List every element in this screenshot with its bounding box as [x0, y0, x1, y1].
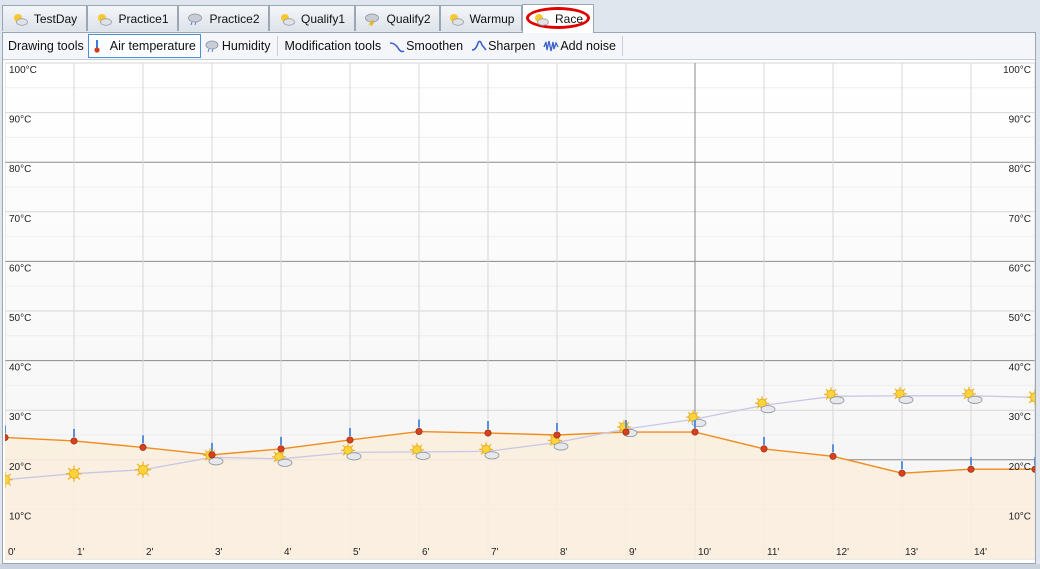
session-tabs: TestDay Practice1 Practice2 Qualify1 Qua…: [2, 4, 1038, 33]
sharp-curve-icon: [471, 39, 487, 53]
y-tick-label-right: 30°C: [1009, 412, 1031, 423]
tab-qualify2[interactable]: Qualify2: [355, 5, 440, 31]
humidity-point-sun-icon: [65, 465, 83, 483]
y-tick-label-left: 70°C: [9, 214, 31, 225]
humidity-point-sun-icon: [134, 461, 152, 479]
tab-warmup[interactable]: Warmup: [440, 5, 522, 31]
y-tick-label-left: 20°C: [9, 462, 31, 473]
x-tick-label: 10': [698, 547, 711, 558]
x-tick-label: 6': [422, 547, 430, 558]
modification-tools-label: Modification tools: [284, 39, 382, 53]
weather-chart[interactable]: 10°C 10°C 20°C 20°C 30°C 30°C 40°C 40°C 50°C 50°C…: [5, 61, 1035, 561]
tab-practice2[interactable]: Practice2: [178, 5, 269, 31]
rain-cloud-icon: [187, 12, 203, 26]
sharpen-button[interactable]: Sharpen: [467, 35, 539, 57]
x-tick-label: 8': [560, 547, 568, 558]
tab-practice1[interactable]: Practice1: [87, 5, 178, 31]
y-tick-label-left: 90°C: [9, 115, 31, 126]
tab-race[interactable]: Race: [522, 4, 594, 33]
x-tick-label: 9': [629, 547, 637, 558]
x-tick-label: 13': [905, 547, 918, 558]
add-noise-button[interactable]: Add noise: [539, 35, 620, 57]
add-noise-label: Add noise: [560, 39, 616, 53]
x-tick-label: 11': [767, 547, 779, 558]
tab-qualify1[interactable]: Qualify1: [269, 5, 355, 31]
y-tick-label-right: 90°C: [1009, 115, 1031, 126]
smoothen-label: Smoothen: [406, 39, 464, 53]
x-tick-label: 2': [146, 547, 154, 558]
x-tick-label: 12': [836, 547, 849, 558]
y-tick-label-right: 10°C: [1009, 511, 1031, 522]
air-temperature-button[interactable]: Air temperature: [87, 34, 201, 58]
drawing-tools-label: Drawing tools: [8, 39, 84, 53]
y-tick-label-left: 50°C: [9, 313, 31, 324]
tab-testday[interactable]: TestDay: [2, 5, 87, 31]
x-tick-label: 0': [8, 547, 16, 558]
toolbar-separator: [621, 36, 623, 56]
toolbar: Drawing tools Air temperature Humidity M…: [3, 33, 1035, 60]
y-tick-label-left: 80°C: [9, 164, 31, 175]
y-tick-label-right: 80°C: [1009, 164, 1031, 175]
sun-cloud-icon: [279, 12, 295, 26]
humidity-label: Humidity: [221, 39, 271, 53]
x-tick-label: 7': [491, 547, 499, 558]
window-bottom-border: [0, 564, 1040, 569]
thermometer-icon: [93, 39, 107, 53]
sun-cloud-icon: [12, 12, 28, 26]
sun-cloud-icon: [448, 12, 464, 26]
race-weather-panel: Drawing tools Air temperature Humidity M…: [2, 32, 1036, 564]
y-tick-label-left: 100°C: [9, 65, 37, 76]
y-tick-label-left: 40°C: [9, 363, 31, 374]
y-tick-label-right: 100°C: [1003, 65, 1031, 76]
sun-cloud-icon: [96, 12, 113, 26]
sharpen-label: Sharpen: [488, 39, 536, 53]
storm-cloud-icon: [364, 12, 380, 26]
y-tick-label-left: 10°C: [9, 511, 31, 522]
sun-cloud-icon: [533, 12, 549, 26]
x-tick-label: 14': [974, 547, 987, 558]
y-tick-label-right: 50°C: [1009, 313, 1031, 324]
y-tick-label-left: 60°C: [9, 263, 31, 274]
x-tick-label: 3': [215, 547, 223, 558]
rain-cloud-icon: [205, 39, 219, 53]
humidity-button[interactable]: Humidity: [201, 35, 275, 57]
smooth-curve-icon: [389, 39, 405, 53]
y-tick-label-right: 20°C: [1009, 462, 1031, 473]
toolbar-separator: [276, 36, 278, 56]
smoothen-button[interactable]: Smoothen: [385, 35, 467, 57]
air-temperature-label: Air temperature: [109, 39, 196, 53]
x-tick-label: 5': [353, 547, 361, 558]
y-tick-label-right: 70°C: [1009, 214, 1031, 225]
noise-wave-icon: [543, 39, 559, 53]
x-tick-label: 1': [77, 547, 85, 558]
y-tick-label-right: 40°C: [1009, 363, 1031, 374]
y-tick-label-left: 30°C: [9, 412, 31, 423]
y-tick-label-right: 60°C: [1009, 263, 1031, 274]
x-tick-label: 4': [284, 547, 292, 558]
